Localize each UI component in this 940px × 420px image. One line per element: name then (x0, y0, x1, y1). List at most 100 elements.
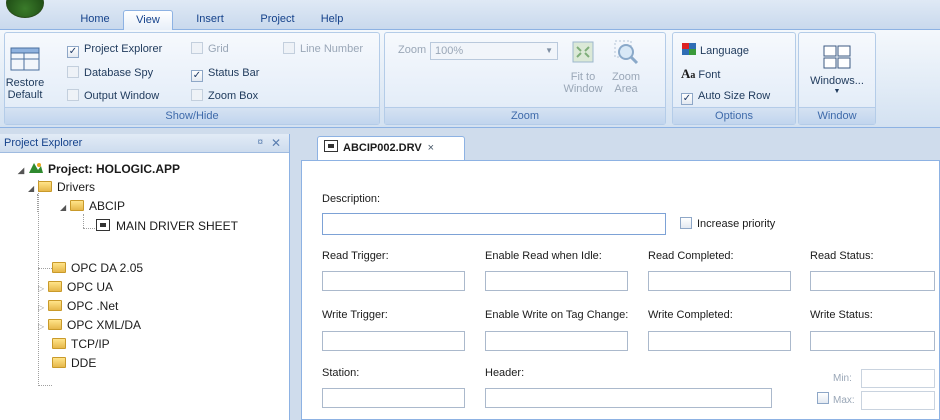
read-completed-input[interactable] (648, 271, 791, 291)
pin-icon[interactable]: ¤ (257, 134, 263, 152)
collapse-arrow-icon[interactable]: ▷ (38, 299, 48, 317)
language-icon (682, 43, 696, 55)
station-label: Station: (322, 367, 360, 379)
tree-item-project[interactable]: ◢ Project: HOLOGIC.APP (18, 160, 180, 178)
min-max-checkbox[interactable] (817, 392, 829, 404)
group-window: Windows... ▼ Window (798, 32, 876, 125)
checkbox-box (67, 89, 79, 101)
write-completed-input[interactable] (648, 331, 791, 351)
database-spy-checkbox[interactable]: Database Spy (67, 66, 153, 82)
expand-icon[interactable]: ◢ (28, 180, 38, 198)
min-input[interactable] (861, 369, 935, 388)
grid-checkbox[interactable]: Grid (191, 42, 229, 58)
expand-icon[interactable]: ◢ (18, 162, 28, 180)
group-options: Language Aa Font ✓ Auto Size Row Options (672, 32, 796, 125)
windows-label: Windows... (810, 75, 864, 87)
fit-to-window-button[interactable]: Fit to Window (560, 39, 606, 95)
zoom-text: Zoom (398, 44, 427, 56)
output-window-label: Output Window (84, 90, 160, 102)
tab-home[interactable]: Home (72, 10, 118, 30)
restore-default-label-2: Default (7, 89, 43, 101)
abcip-label: ABCIP (89, 199, 126, 213)
max-input[interactable] (861, 391, 935, 410)
collapse-arrow-icon[interactable]: ▷ (38, 318, 48, 336)
group-show-hide: Restore Default ✓ Project Explorer Databa… (4, 32, 380, 125)
header-label: Header: (485, 367, 525, 379)
status-bar-checkbox[interactable]: ✓ Status Bar (191, 66, 259, 82)
checkbox-box (191, 89, 203, 101)
close-icon[interactable]: ✕ (271, 134, 281, 152)
read-status-input[interactable] (810, 271, 935, 291)
checkmark-icon: ✓ (67, 46, 79, 58)
collapse-arrow-icon[interactable]: ▷ (38, 280, 48, 298)
output-window-checkbox[interactable]: Output Window (67, 89, 159, 105)
tree-item-opc-ua[interactable]: ▷ OPC UA (38, 278, 113, 296)
zoom-select[interactable]: 100% ▼ (430, 42, 558, 60)
enable-read-idle-input[interactable] (485, 271, 628, 291)
language-button[interactable]: Language (681, 42, 749, 58)
header-input[interactable] (485, 388, 772, 408)
project-explorer-checkbox[interactable]: ✓ Project Explorer (67, 42, 162, 58)
windows-button[interactable]: Windows... ▼ (803, 45, 871, 96)
write-status-input[interactable] (810, 331, 935, 351)
tree-item-tcpip[interactable]: TCP/IP (52, 335, 110, 353)
zoom-box-checkbox[interactable]: Zoom Box (191, 89, 258, 105)
description-input[interactable] (322, 213, 666, 235)
checkmark-icon: ✓ (191, 70, 203, 82)
zoom-area-button[interactable]: Zoom Area (608, 39, 644, 95)
tree-item-main-driver-sheet[interactable]: MAIN DRIVER SHEET (96, 217, 238, 235)
driver-sheet-icon (96, 219, 110, 231)
tree-item-abcip[interactable]: ◢ ABCIP (60, 197, 125, 215)
write-completed-label: Write Completed: (648, 309, 733, 321)
document-tab-title: ABCIP002.DRV (343, 142, 422, 154)
driver-sheet-icon (324, 140, 338, 152)
tree-line (38, 268, 52, 269)
tree-line (83, 228, 95, 229)
checkbox-box (283, 42, 295, 54)
tab-help[interactable]: Help (310, 10, 354, 30)
expand-icon[interactable]: ◢ (60, 199, 70, 217)
drivers-label: Drivers (57, 180, 95, 194)
read-status-label: Read Status: (810, 250, 874, 262)
folder-icon (52, 262, 66, 273)
write-status-label: Write Status: (810, 309, 873, 321)
font-icon: Aa (681, 66, 696, 81)
font-button[interactable]: Aa Font (681, 66, 720, 82)
auto-size-row-checkbox[interactable]: ✓ Auto Size Row (681, 89, 770, 105)
zoom-box-label: Zoom Box (208, 90, 259, 102)
tree-item-dde[interactable]: DDE (52, 354, 96, 372)
driver-sheet-form: Description: Increase priority Read Trig… (301, 160, 940, 420)
restore-default-button[interactable]: Restore Default (5, 47, 45, 101)
close-tab-icon[interactable]: × (428, 142, 434, 154)
document-tab[interactable]: ABCIP002.DRV × (317, 136, 465, 160)
restore-default-icon (10, 47, 40, 71)
tab-project[interactable]: Project (250, 10, 305, 30)
write-trigger-input[interactable] (322, 331, 465, 351)
project-explorer-title: Project Explorer (4, 137, 83, 149)
tree-item-opc-da[interactable]: OPC DA 2.05 (52, 259, 143, 277)
ribbon-tab-bar: Home View Insert Project Help (0, 0, 940, 31)
project-label: Project: HOLOGIC.APP (48, 162, 181, 176)
tree-item-opc-net[interactable]: ▷ OPC .Net (38, 297, 118, 315)
increase-priority-checkbox[interactable]: Increase priority (680, 217, 775, 233)
enable-write-change-label: Enable Write on Tag Change: (485, 309, 629, 321)
tab-view[interactable]: View (123, 10, 173, 31)
line-number-checkbox[interactable]: Line Number (283, 42, 363, 58)
max-label: Max: (833, 395, 855, 406)
group-label-window: Window (799, 107, 875, 124)
folder-icon (52, 357, 66, 368)
read-trigger-input[interactable] (322, 271, 465, 291)
tab-insert[interactable]: Insert (185, 10, 235, 30)
station-input[interactable] (322, 388, 465, 408)
tree-item-drivers[interactable]: ◢ Drivers (28, 178, 95, 196)
project-tree: ◢ Project: HOLOGIC.APP ◢ Drivers ◢ ABCIP MA… (0, 154, 289, 420)
fit-label-2: Window (563, 83, 603, 95)
enable-write-change-input[interactable] (485, 331, 628, 351)
chevron-down-icon: ▼ (545, 46, 553, 55)
fit-to-window-icon (572, 41, 594, 63)
group-label-show-hide: Show/Hide (5, 107, 379, 124)
tree-item-opc-xml[interactable]: ▷ OPC XML/DA (38, 316, 141, 334)
checkmark-icon: ✓ (681, 93, 693, 105)
project-explorer-panel: Project Explorer ¤ ✕ ◢ Project: HOLOGIC.A… (0, 134, 290, 420)
application-button[interactable] (6, 0, 44, 18)
